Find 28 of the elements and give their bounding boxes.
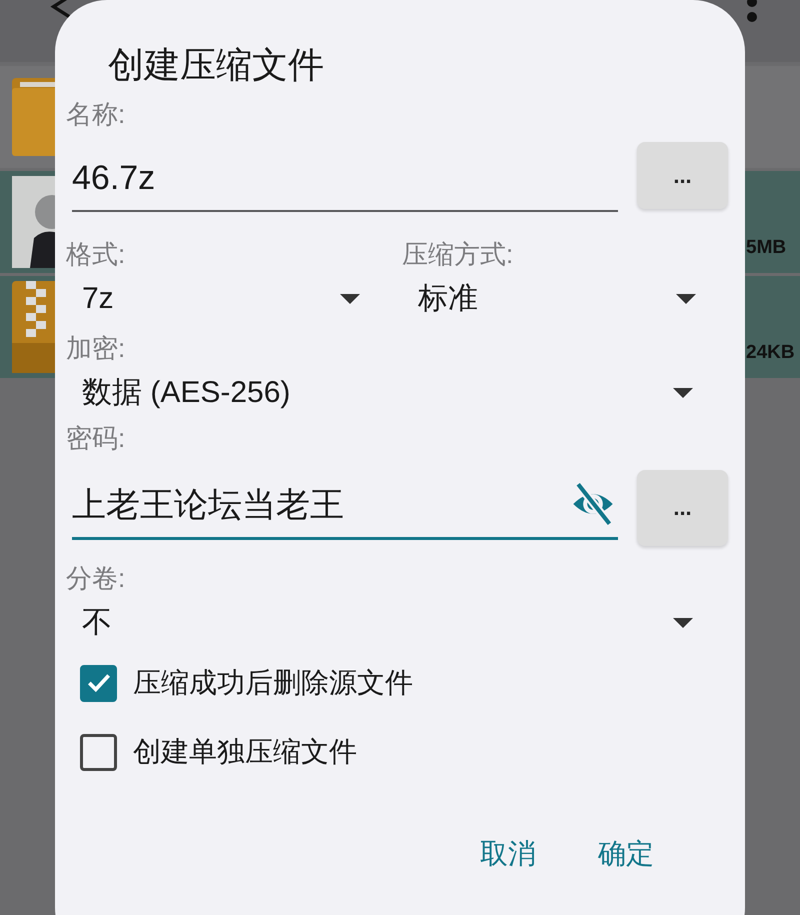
field-label: 加密:	[66, 332, 126, 365]
dialog-button[interactable]: 确定	[598, 830, 654, 878]
file-size: 24KB	[746, 342, 795, 364]
dropdown[interactable]: 7z	[66, 279, 364, 319]
checkbox[interactable]	[80, 734, 117, 770]
caret-icon	[673, 618, 693, 628]
browse-button[interactable]: ...	[637, 142, 728, 209]
field-label: 格式:	[66, 238, 126, 271]
checkbox[interactable]	[80, 664, 117, 702]
field-label: 密码:	[66, 422, 126, 455]
field-label: 名称:	[66, 98, 126, 131]
field-label: 压缩方式:	[402, 238, 514, 271]
dropdown[interactable]: 数据 (AES-256)	[66, 373, 699, 413]
caret-icon	[673, 388, 693, 398]
dropdown[interactable]: 不	[66, 603, 699, 643]
checkbox-label: 压缩成功后删除源文件	[133, 666, 413, 700]
dialog-title: 创建压缩文件	[108, 43, 324, 87]
field-label: 分卷:	[66, 562, 126, 595]
caret-icon	[340, 294, 360, 304]
menu-icon[interactable]	[746, 0, 758, 22]
caret-icon	[676, 294, 696, 304]
text-field[interactable]: 上老王论坛当老王	[72, 468, 618, 540]
browse-button[interactable]: ...	[637, 470, 728, 546]
dropdown[interactable]: 标准	[402, 279, 702, 319]
checkbox-label: 创建单独压缩文件	[133, 735, 357, 769]
dialog-button[interactable]: 取消	[480, 830, 536, 878]
file-size: 5MB	[746, 237, 786, 259]
text-field[interactable]: 46.7z	[72, 140, 618, 212]
